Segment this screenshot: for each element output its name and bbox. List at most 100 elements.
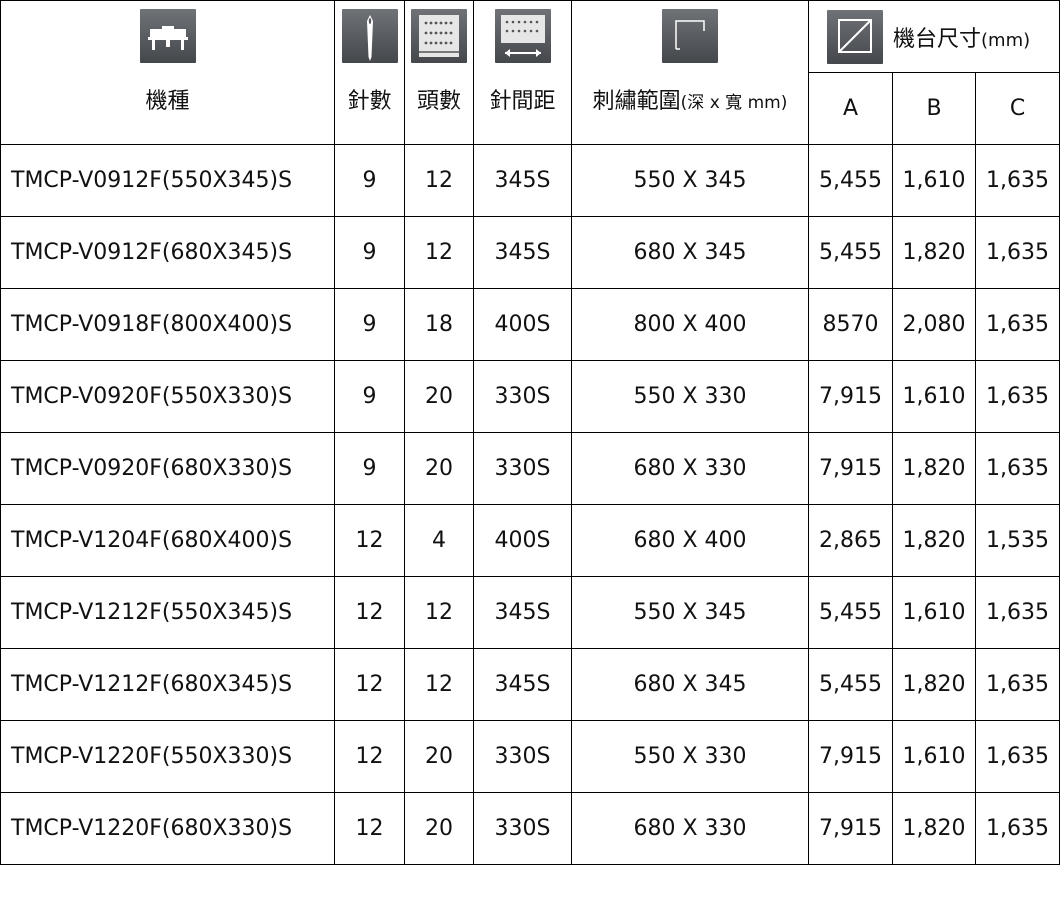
cell-c: 1,535 [975, 504, 1060, 577]
cell-model: TMCP-V1204F(680X400)S [0, 504, 335, 577]
table-body: TMCP-V0912F(550X345)S 9 12 345S 550 X 345 5,4… [0, 144, 1060, 865]
cell-heads: 12 [404, 648, 474, 721]
cell-b: 1,820 [892, 648, 976, 721]
dim-b-header: B [892, 72, 976, 145]
cell-pitch: 330S [473, 720, 572, 793]
cell-b: 1,820 [892, 504, 976, 577]
model-header-cell: 機種 [0, 0, 335, 145]
cell-model: TMCP-V1220F(680X330)S [0, 792, 335, 865]
cell-a: 7,915 [808, 720, 893, 793]
table-row: TMCP-V1220F(680X330)S 12 20 330S 680 X 330 7,… [0, 792, 1060, 865]
cell-a: 7,915 [808, 792, 893, 865]
dimension-header-cell: 機台尺寸(mm) [808, 0, 1060, 73]
cell-area: 800 X 400 [571, 288, 809, 361]
cell-b: 1,610 [892, 720, 976, 793]
needle-icon [341, 9, 398, 63]
cell-a: 2,865 [808, 504, 893, 577]
cell-a: 7,915 [808, 360, 893, 433]
cell-model: TMCP-V1212F(550X345)S [0, 576, 335, 649]
cell-needles: 9 [334, 360, 405, 433]
needles-header: 針數 [347, 89, 392, 114]
cell-area: 680 X 330 [571, 792, 809, 865]
cell-needles: 12 [334, 648, 405, 721]
cell-heads: 12 [404, 216, 474, 289]
embroidery-area-icon [662, 9, 718, 63]
area-header: 刺繡範圍(深 x 寬 mm) [573, 83, 808, 115]
cell-needles: 12 [334, 504, 405, 577]
cell-needles: 9 [334, 216, 405, 289]
area-header-cell: 刺繡範圍(深 x 寬 mm) [571, 0, 809, 145]
cell-a: 5,455 [808, 648, 893, 721]
cell-a: 5,455 [808, 216, 893, 289]
cell-pitch: 330S [473, 360, 572, 433]
cell-model: TMCP-V0920F(680X330)S [0, 432, 335, 505]
cell-c: 1,635 [975, 576, 1060, 649]
machine-icon [139, 9, 196, 63]
cell-needles: 9 [334, 432, 405, 505]
cell-c: 1,635 [975, 720, 1060, 793]
heads-icon [411, 9, 467, 63]
cell-c: 1,635 [975, 432, 1060, 505]
cell-area: 550 X 330 [571, 720, 809, 793]
cell-heads: 20 [404, 720, 474, 793]
cell-area: 680 X 400 [571, 504, 809, 577]
cell-model: TMCP-V1220F(550X330)S [0, 720, 335, 793]
cell-heads: 18 [404, 288, 474, 361]
pitch-header-cell: 針間距 [473, 0, 572, 145]
pitch-header: 針間距 [489, 89, 556, 114]
cell-pitch: 345S [473, 576, 572, 649]
cell-a: 5,455 [808, 576, 893, 649]
needles-header-cell: 針數 [334, 0, 405, 145]
cell-pitch: 330S [473, 432, 572, 505]
cell-b: 2,080 [892, 288, 976, 361]
cell-needles: 12 [334, 792, 405, 865]
cell-b: 1,820 [892, 432, 976, 505]
table-row: TMCP-V1212F(550X345)S 12 12 345S 550 X 345 5,… [0, 576, 1060, 649]
cell-model: TMCP-V0912F(550X345)S [0, 144, 335, 217]
cell-b: 1,610 [892, 144, 976, 217]
area-header-main: 刺繡範圍 [592, 89, 681, 114]
cell-model: TMCP-V0918F(800X400)S [0, 288, 335, 361]
cell-c: 1,635 [975, 648, 1060, 721]
cell-area: 680 X 330 [571, 432, 809, 505]
cell-c: 1,635 [975, 360, 1060, 433]
heads-header: 頭數 [416, 89, 461, 114]
cell-c: 1,635 [975, 216, 1060, 289]
cell-a: 8570 [808, 288, 893, 361]
table-row: TMCP-V0912F(550X345)S 9 12 345S 550 X 345 5,4… [0, 144, 1060, 217]
cell-pitch: 345S [473, 144, 572, 217]
cell-pitch: 400S [473, 288, 572, 361]
cell-b: 1,820 [892, 216, 976, 289]
cell-b: 1,820 [892, 792, 976, 865]
cell-model: TMCP-V1212F(680X345)S [0, 648, 335, 721]
dimension-header: 機台尺寸(mm) [893, 21, 1030, 53]
model-header: 機種 [145, 89, 190, 114]
cell-area: 680 X 345 [571, 648, 809, 721]
area-header-unit: (深 x 寬 mm) [680, 93, 788, 113]
cell-pitch: 345S [473, 216, 572, 289]
cell-area: 550 X 330 [571, 360, 809, 433]
cell-heads: 12 [404, 144, 474, 217]
cell-b: 1,610 [892, 576, 976, 649]
cell-a: 5,455 [808, 144, 893, 217]
cell-b: 1,610 [892, 360, 976, 433]
cell-needles: 12 [334, 576, 405, 649]
cell-c: 1,635 [975, 792, 1060, 865]
dim-c-header: C [975, 72, 1060, 145]
table-row: TMCP-V0920F(550X330)S 9 20 330S 550 X 330 7,9… [0, 360, 1060, 433]
cell-heads: 20 [404, 360, 474, 433]
heads-header-cell: 頭數 [404, 0, 474, 145]
dimension-unit: (mm) [981, 29, 1031, 51]
cell-pitch: 400S [473, 504, 572, 577]
cell-needles: 12 [334, 720, 405, 793]
cell-pitch: 330S [473, 792, 572, 865]
dimension-icon [827, 9, 883, 64]
cell-c: 1,635 [975, 144, 1060, 217]
cell-area: 680 X 345 [571, 216, 809, 289]
cell-needles: 9 [334, 288, 405, 361]
spec-table: 機種 針數 頭數 針間距 刺繡範圍(深 x 寬 mm) 機台尺寸(mm) A B… [0, 0, 1060, 865]
head-pitch-icon [494, 9, 551, 63]
cell-a: 7,915 [808, 432, 893, 505]
dimension-title: 機台尺寸 [893, 26, 982, 52]
cell-needles: 9 [334, 144, 405, 217]
